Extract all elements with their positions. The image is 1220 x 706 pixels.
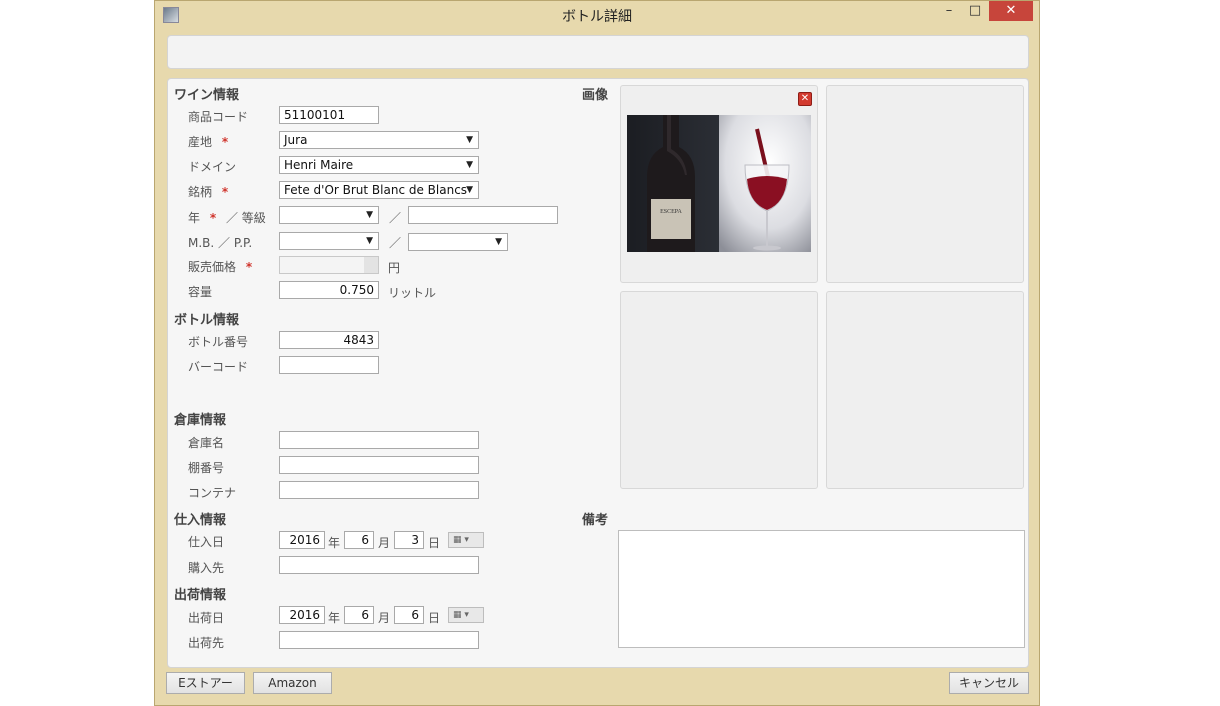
close-button[interactable]: ✕ [989,1,1033,21]
required-mark: * [221,185,229,199]
bottle-number-field[interactable]: 4843 [279,331,379,349]
price-unit: 円 [388,261,401,275]
remarks-textarea[interactable] [618,530,1025,648]
shelf-number-field[interactable] [279,456,479,474]
volume-label: 容量 [188,285,213,299]
dropdown-arrow-icon: ▼ [466,160,473,170]
purchase-info-heading: 仕入情報 [174,513,227,528]
warehouse-info-heading: 倉庫情報 [174,413,227,428]
shipping-info-heading: 出荷情報 [174,588,227,603]
toolbar-area [167,35,1029,69]
shelf-number-label: 棚番号 [188,461,225,475]
day-unit: 日 [428,611,441,625]
domain-label: ドメイン [188,160,237,174]
dropdown-arrow-icon: ▼ [366,210,373,220]
origin-value: Jura [284,133,308,147]
wine-info-heading: ワイン情報 [174,88,240,103]
origin-select[interactable]: Jura ▼ [279,131,479,149]
shipping-month-field[interactable]: 6 [344,606,374,624]
brand-label-text: 銘柄 [188,185,213,199]
price-label-text: 販売価格 [188,260,237,274]
mb-select[interactable]: ▼ [279,232,379,250]
shipping-date-label: 出荷日 [188,611,225,625]
price-field[interactable] [279,256,379,274]
bottle-label-text: ESCEPA [660,209,682,215]
image-slot-2[interactable] [826,85,1024,283]
purchase-day-field[interactable]: 3 [394,531,424,549]
image-heading: 画像 [582,88,609,103]
volume-field[interactable]: 0.750 [279,281,379,299]
year-label-text: 年 [188,211,201,225]
year-unit: 年 [328,536,341,550]
purchase-month-field[interactable]: 6 [344,531,374,549]
month-unit: 月 [378,536,391,550]
origin-label: 産地 * [188,133,228,150]
minimize-button[interactable]: – [937,1,961,21]
barcode-label: バーコード [188,360,249,374]
amazon-button[interactable]: Amazon [253,672,332,694]
brand-select[interactable]: Fete d'Or Brut Blanc de Blancs ▼ [279,181,479,199]
year-select[interactable]: ▼ [279,206,379,224]
wine-photo-svg: ESCEPA [627,115,811,252]
brand-value: Fete d'Or Brut Blanc de Blancs [284,183,468,197]
destination-label: 出荷先 [188,636,225,650]
year-grade-label: 年 * ／ 等級 [188,209,266,226]
estore-button[interactable]: Eストアー [166,672,245,694]
shipping-day-field[interactable]: 6 [394,606,424,624]
volume-unit: リットル [388,286,437,300]
price-label: 販売価格 * [188,258,252,275]
bottle-detail-window: ボトル詳細 – □ ✕ ワイン情報 商品コード 51100101 産地 * Ju… [154,0,1040,706]
domain-value: Henri Maire [284,158,354,172]
spinner-icon [364,257,378,273]
origin-label-text: 産地 [188,135,213,149]
wine-photo: ESCEPA [627,115,811,252]
bottle-number-label: ボトル番号 [188,335,249,349]
dropdown-arrow-icon: ▼ [495,237,502,247]
container-field[interactable] [279,481,479,499]
image-slot-1[interactable]: ✕ ESCEPA [620,85,818,283]
required-mark: * [221,135,229,149]
warehouse-name-label: 倉庫名 [188,436,225,450]
domain-select[interactable]: Henri Maire ▼ [279,156,479,174]
dropdown-arrow-icon: ▼ [466,185,473,195]
brand-label: 銘柄 * [188,183,228,200]
dropdown-arrow-icon: ▼ [466,135,473,145]
pp-select[interactable]: ▼ [408,233,508,251]
purchase-year-field[interactable]: 2016 [279,531,325,549]
calendar-picker-icon[interactable]: ▦ ▾ [448,607,484,623]
supplier-label: 購入先 [188,561,225,575]
slash-separator: ／ [389,211,402,225]
required-mark: * [245,260,253,274]
year-unit: 年 [328,611,341,625]
cancel-button[interactable]: キャンセル [949,672,1029,694]
detail-panel: ワイン情報 商品コード 51100101 産地 * Jura ▼ ドメイン He… [167,78,1029,668]
warehouse-name-field[interactable] [279,431,479,449]
image-slot-3[interactable] [620,291,818,489]
day-unit: 日 [428,536,441,550]
grade-field[interactable] [408,206,558,224]
maximize-button[interactable]: □ [963,1,987,21]
required-mark: * [209,211,217,225]
month-unit: 月 [378,611,391,625]
product-code-label: 商品コード [188,110,249,124]
destination-field[interactable] [279,631,479,649]
barcode-field[interactable] [279,356,379,374]
remarks-heading: 備考 [582,513,609,528]
container-label: コンテナ [188,486,237,500]
calendar-picker-icon[interactable]: ▦ ▾ [448,532,484,548]
delete-image-icon[interactable]: ✕ [798,92,812,106]
window-title: ボトル詳細 [562,9,632,25]
grade-label-text: ／ 等級 [225,211,266,225]
bottle-info-heading: ボトル情報 [174,313,240,328]
slash-separator: ／ [389,236,402,250]
shipping-year-field[interactable]: 2016 [279,606,325,624]
image-slot-4[interactable] [826,291,1024,489]
product-code-field[interactable]: 51100101 [279,106,379,124]
dropdown-arrow-icon: ▼ [366,236,373,246]
mb-pp-label: M.B. ／ P.P. [188,236,253,250]
purchase-date-label: 仕入日 [188,535,225,549]
supplier-field[interactable] [279,556,479,574]
